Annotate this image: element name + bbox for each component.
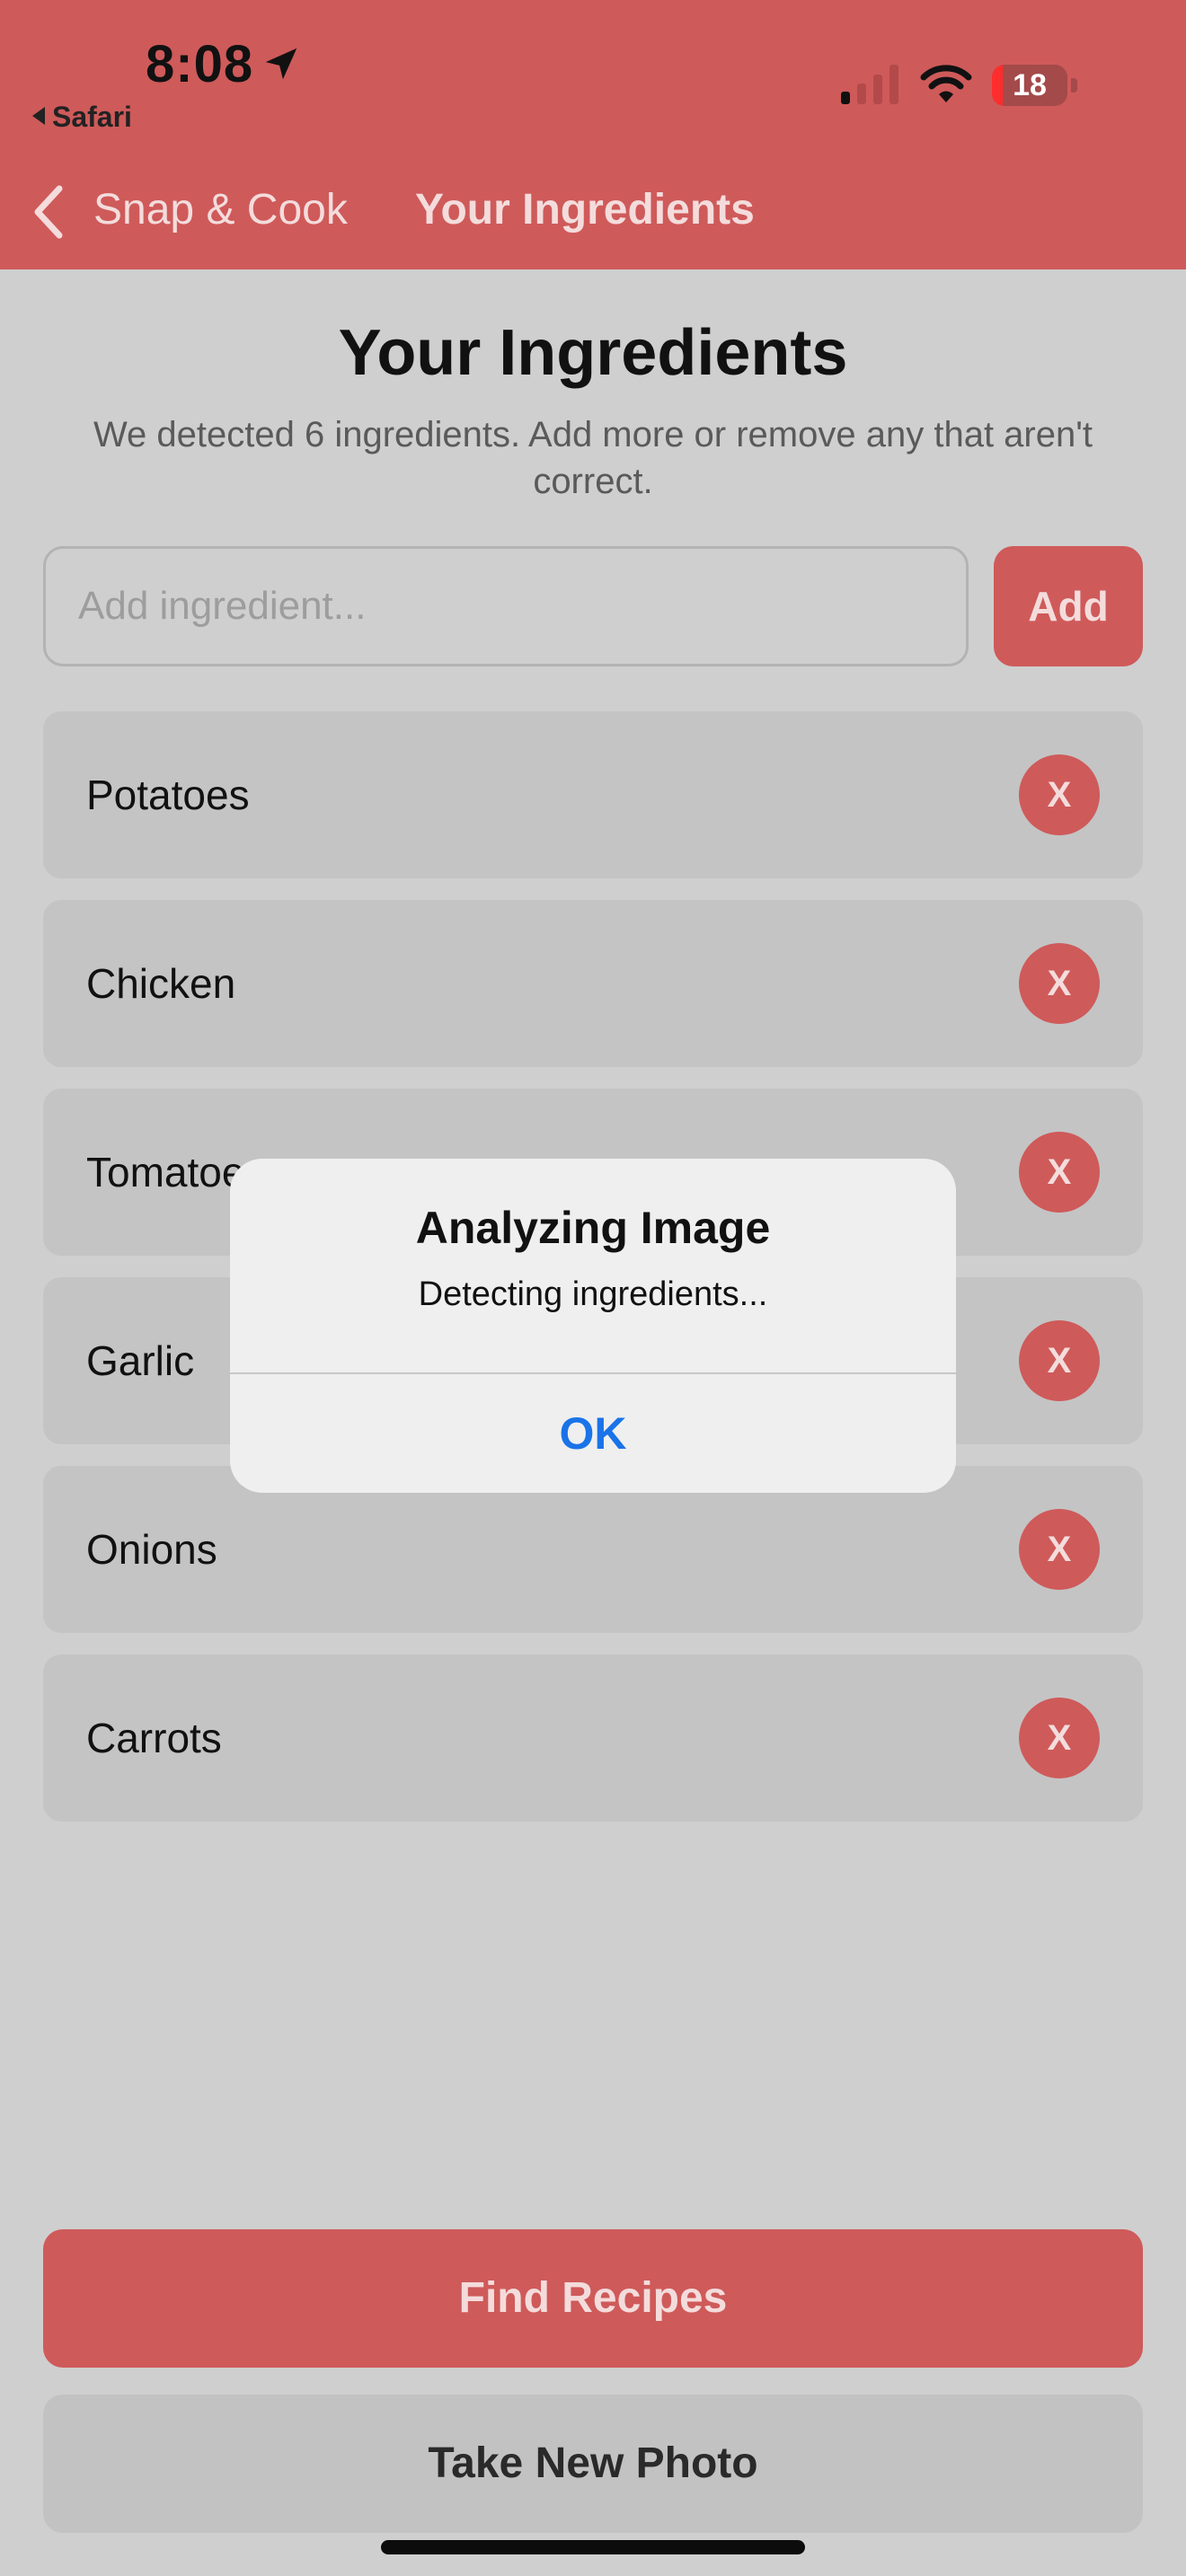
alert-message: Detecting ingredients...: [418, 1275, 768, 1313]
battery-percentage: 18: [1013, 68, 1047, 102]
location-arrow-icon: [265, 48, 297, 80]
analyzing-alert-dialog: Analyzing Image Detecting ingredients...…: [230, 1159, 956, 1493]
ingredient-row: Potatoes X: [43, 711, 1143, 878]
back-app-label: Safari: [52, 101, 132, 133]
add-ingredient-button[interactable]: Add: [994, 546, 1143, 666]
ingredient-label: Chicken: [86, 960, 236, 1007]
ingredient-label: Carrots: [86, 1715, 222, 1761]
remove-ingredient-button[interactable]: X: [1019, 1132, 1100, 1213]
page-subtitle: We detected 6 ingredients. Add more or r…: [93, 415, 1093, 501]
remove-ingredient-button[interactable]: X: [1019, 1509, 1100, 1590]
status-time: 8:08: [146, 35, 254, 93]
nav-title: Your Ingredients: [415, 186, 755, 234]
home-indicator[interactable]: [381, 2540, 805, 2554]
back-triangle-icon: [32, 107, 45, 125]
cellular-signal-icon: [841, 65, 898, 104]
battery-body: 18: [992, 65, 1067, 106]
alert-title: Analyzing Image: [415, 1203, 771, 1253]
ingredient-label: Potatoes: [86, 772, 250, 818]
ingredient-label: Garlic: [86, 1337, 195, 1384]
find-recipes-button[interactable]: Find Recipes: [43, 2229, 1143, 2368]
remove-ingredient-button[interactable]: X: [1019, 1320, 1100, 1401]
add-ingredient-input[interactable]: [43, 546, 969, 666]
ingredient-label: Onions: [86, 1526, 217, 1573]
remove-ingredient-button[interactable]: X: [1019, 943, 1100, 1024]
back-to-app-link[interactable]: Safari: [32, 101, 132, 134]
take-new-photo-button[interactable]: Take New Photo: [43, 2395, 1143, 2533]
battery-icon: 18: [992, 65, 1078, 106]
remove-ingredient-button[interactable]: X: [1019, 754, 1100, 835]
ingredient-row: Carrots X: [43, 1654, 1143, 1822]
nav-back-button[interactable]: Snap & Cook: [93, 185, 348, 234]
wifi-icon: [920, 65, 972, 102]
remove-ingredient-button[interactable]: X: [1019, 1698, 1100, 1778]
alert-ok-button[interactable]: OK: [230, 1374, 956, 1493]
battery-cap: [1071, 78, 1077, 93]
chevron-left-icon[interactable]: [27, 180, 72, 244]
ingredient-row: Chicken X: [43, 900, 1143, 1067]
page-title: Your Ingredients: [338, 317, 848, 389]
